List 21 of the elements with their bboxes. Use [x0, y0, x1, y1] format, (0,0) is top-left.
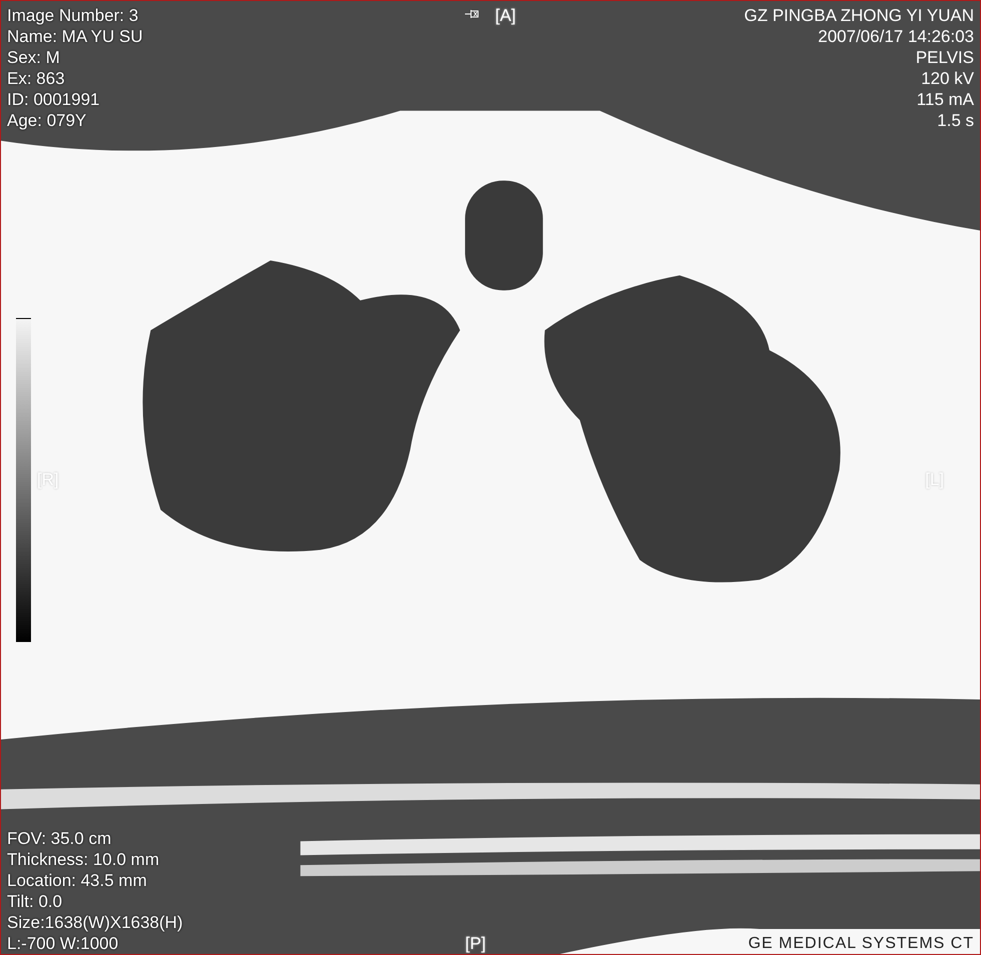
acquisition-info-text: Tilt: 0.0 [7, 891, 64, 912]
scan-info-text: 115 mA [916, 89, 974, 110]
patient-info-text: Name: MA YU SU [7, 26, 144, 47]
scan-info-text: 2007/06/17 14:26:03 [818, 26, 974, 47]
scan-info-text: 1.5 s [937, 110, 974, 131]
acquisition-info-text: Size:1638(W)X1638(H) [7, 912, 184, 933]
scan-info-text: 120 kV [921, 68, 974, 89]
acquisition-info-text: FOV: 35.0 cm [7, 828, 112, 849]
patient-info-text: ID: 0001991 [7, 89, 101, 110]
acquisition-info-text: Location: 43.5 mm [7, 870, 148, 891]
patient-info-text: Image Number: 3 [7, 5, 140, 26]
orientation-marker: [P] [465, 933, 487, 954]
patient-info-text: Sex: M [7, 47, 61, 68]
acquisition-info-text: Thickness: 10.0 mm [7, 849, 160, 870]
scan-info-text: PELVIS [916, 47, 974, 68]
manufacturer-label: GE MEDICAL SYSTEMS CT [748, 934, 974, 954]
patient-info-text: Ex: 863 [7, 68, 66, 89]
scan-info-text: GZ PINGBA ZHONG YI YUAN [744, 5, 974, 26]
patient-info-text: Age: 079Y [7, 110, 88, 131]
orientation-marker: [A] [495, 5, 516, 26]
acquisition-info-text: L:-700 W:1000 [7, 933, 120, 954]
